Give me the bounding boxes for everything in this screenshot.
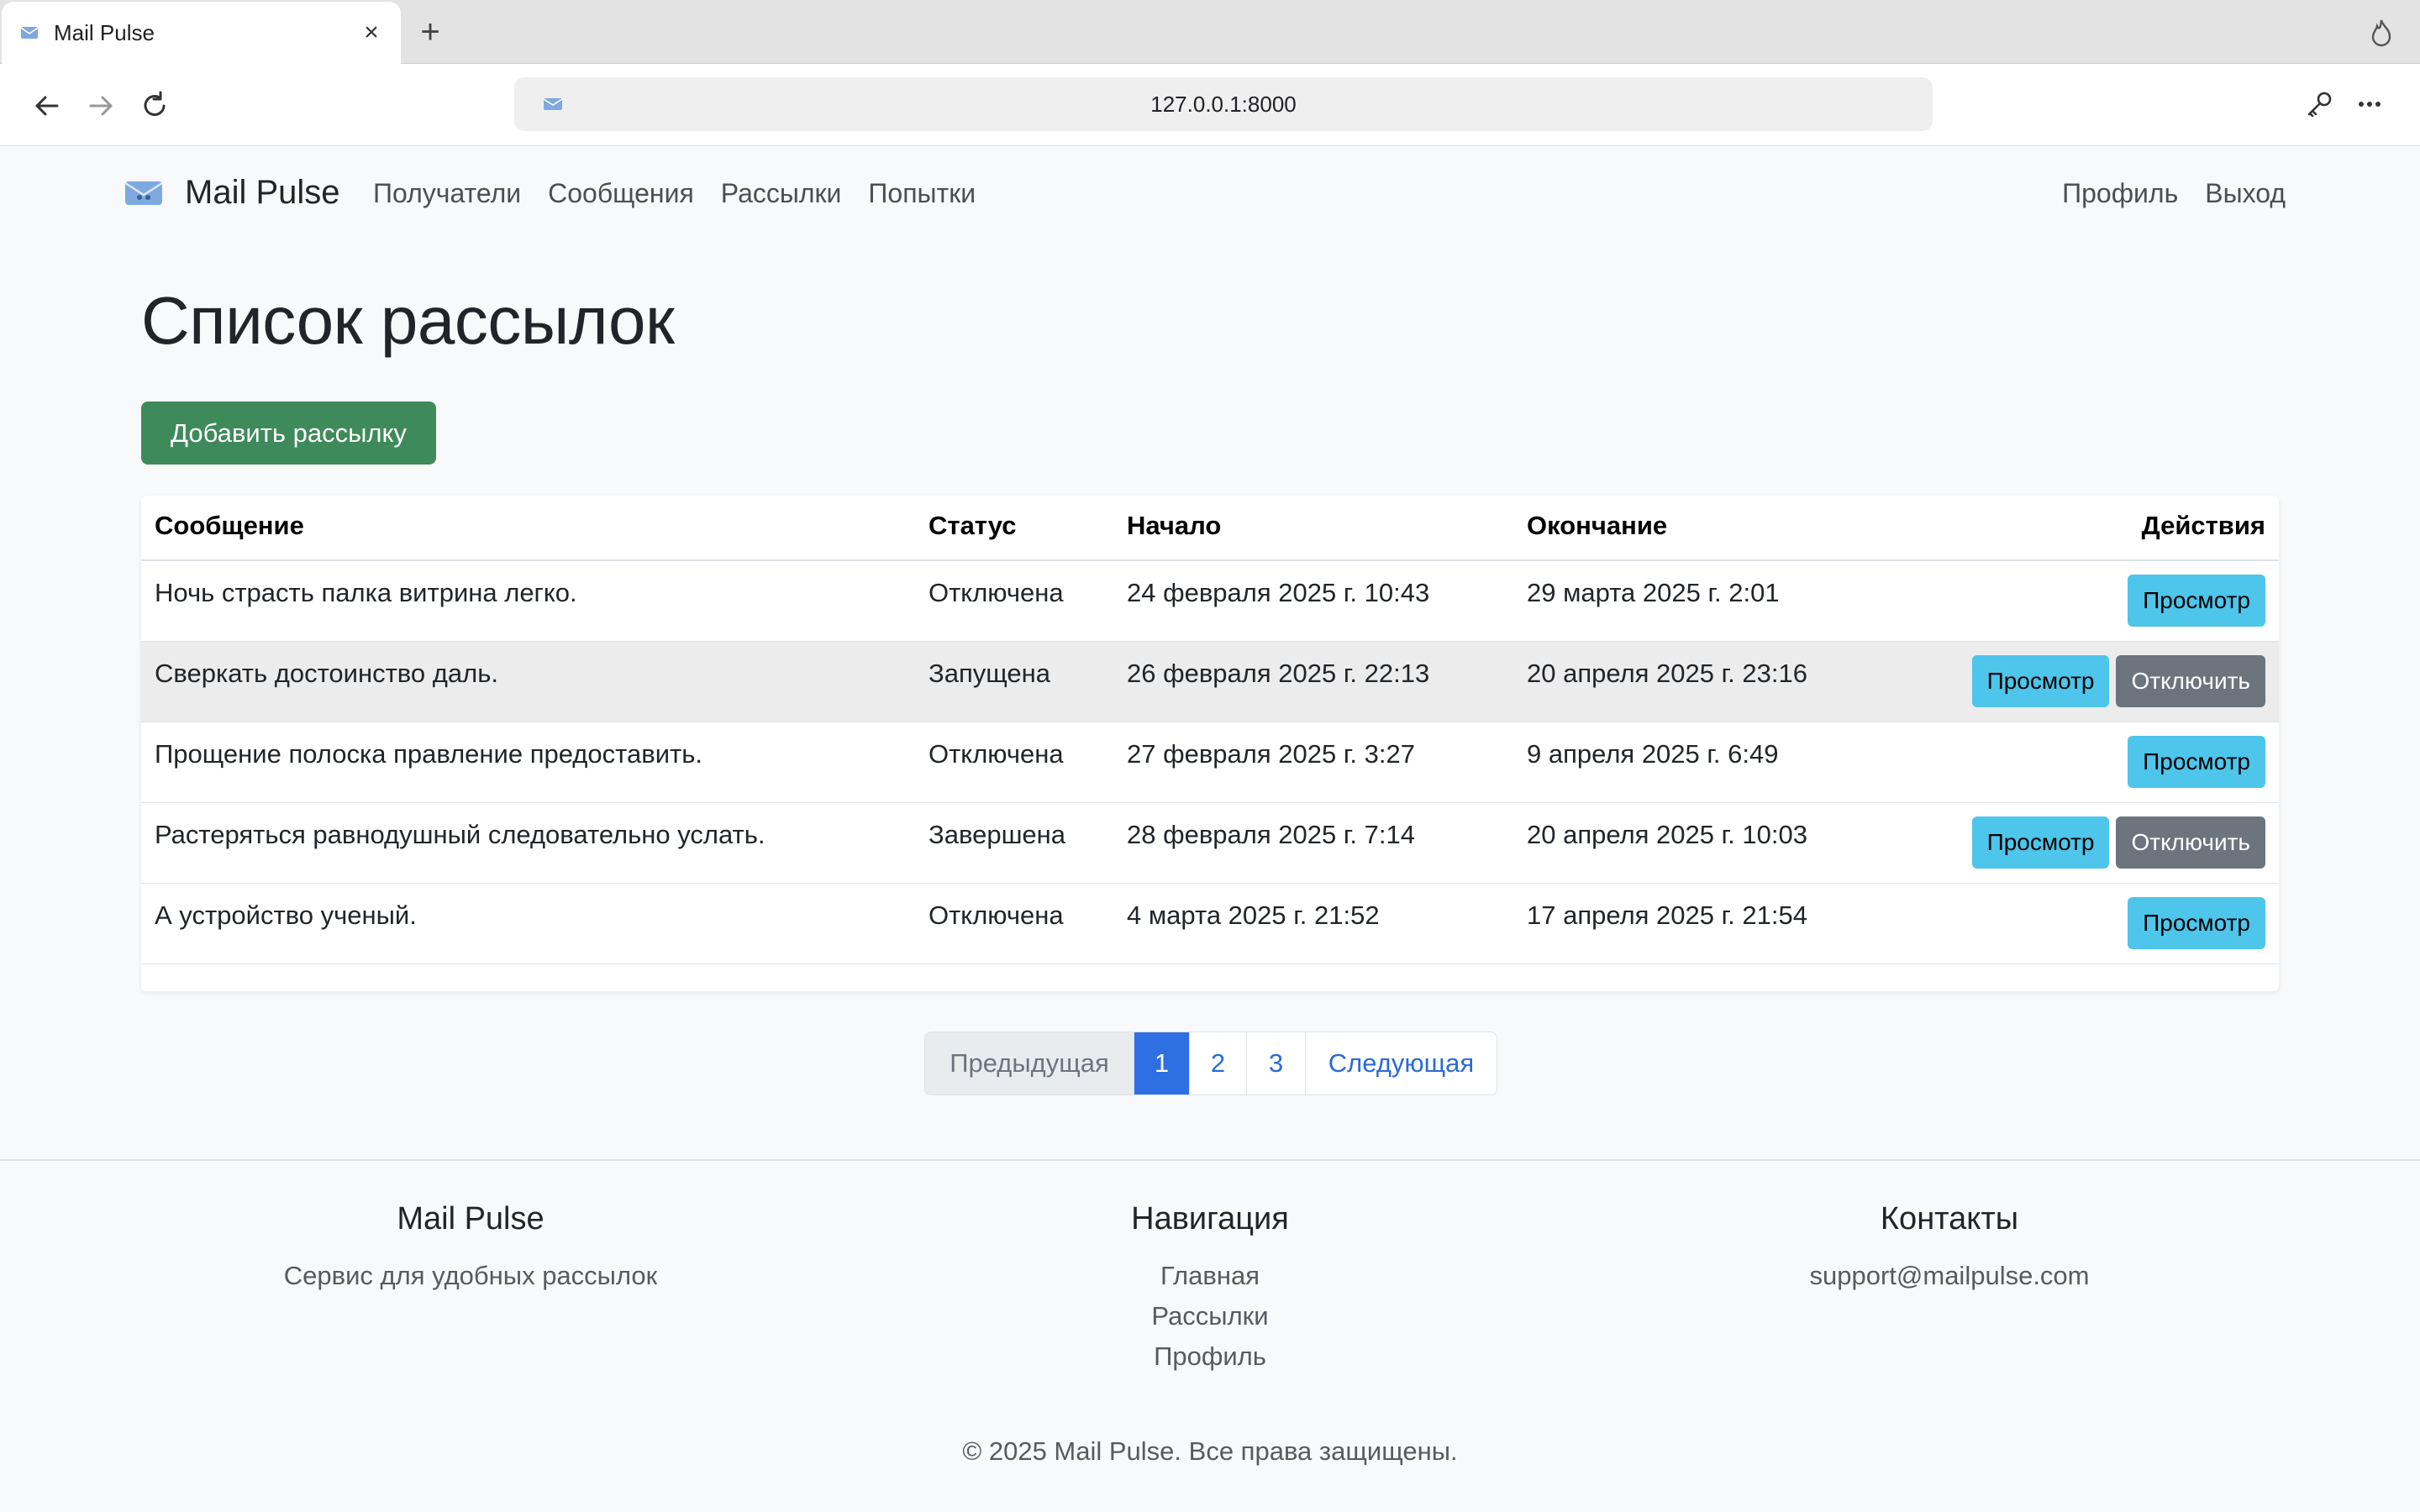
cell-start: 24 февраля 2025 г. 10:43 bbox=[1127, 578, 1430, 607]
row-actions: Просмотр Отключить bbox=[1971, 816, 2265, 869]
key-icon[interactable] bbox=[2302, 87, 2336, 121]
cell-status: Отключена bbox=[929, 578, 1064, 607]
page-title: Список рассылок bbox=[141, 283, 675, 358]
footer-link-mailings[interactable]: Рассылки bbox=[958, 1296, 1462, 1336]
view-button[interactable]: Просмотр bbox=[2128, 736, 2265, 788]
pagination-next[interactable]: Следующая bbox=[1305, 1032, 1497, 1095]
tab-title: Mail Pulse bbox=[54, 19, 155, 45]
footer-email[interactable]: support@mailpulse.com bbox=[1697, 1256, 2202, 1296]
cell-end: 17 апреля 2025 г. 21:54 bbox=[1527, 900, 1807, 930]
table-row: Растеряться равнодушный следовательно ус… bbox=[141, 803, 2279, 884]
pagination-page-2[interactable]: 2 bbox=[1189, 1032, 1246, 1095]
row-actions: Просмотр bbox=[2128, 897, 2265, 949]
view-button[interactable]: Просмотр bbox=[2128, 897, 2265, 949]
footer-link-home[interactable]: Главная bbox=[958, 1256, 1462, 1296]
nav-link-logout[interactable]: Выход bbox=[2205, 178, 2286, 209]
brand-name: Mail Pulse bbox=[185, 174, 340, 211]
more-icon[interactable] bbox=[2353, 87, 2386, 121]
cell-end: 20 апреля 2025 г. 23:16 bbox=[1527, 659, 1807, 688]
nav-link-mailings[interactable]: Рассылки bbox=[721, 178, 842, 209]
footer-brand: Mail Pulse bbox=[397, 1201, 544, 1236]
plus-icon[interactable]: + bbox=[413, 15, 447, 49]
nav-link-profile[interactable]: Профиль bbox=[2062, 178, 2178, 209]
table-row: Ночь страсть палка витрина легко. Отключ… bbox=[141, 561, 2279, 642]
url-text: 127.0.0.1:8000 bbox=[1150, 91, 1297, 117]
header-start: Начало bbox=[1127, 511, 1222, 540]
pagination-page-3[interactable]: 3 bbox=[1246, 1032, 1305, 1095]
disable-button[interactable]: Отключить bbox=[2116, 816, 2265, 869]
footer-contacts: Контакты support@mailpulse.com bbox=[1697, 1201, 2202, 1296]
cell-start: 27 февраля 2025 г. 3:27 bbox=[1127, 739, 1415, 769]
row-actions: Просмотр bbox=[2128, 575, 2265, 627]
cell-end: 20 апреля 2025 г. 10:03 bbox=[1527, 820, 1807, 849]
cell-start: 4 марта 2025 г. 21:52 bbox=[1127, 900, 1380, 930]
pagination-page-1[interactable]: 1 bbox=[1134, 1032, 1189, 1095]
close-icon[interactable]: × bbox=[357, 18, 386, 47]
footer-contacts-title: Контакты bbox=[1880, 1201, 2019, 1236]
nav-right: Профиль Выход bbox=[2035, 178, 2286, 209]
cell-message: Ночь страсть палка витрина легко. bbox=[155, 578, 577, 607]
header-end: Окончание bbox=[1527, 511, 1668, 540]
pagination-prev[interactable]: Предыдущая bbox=[925, 1032, 1134, 1095]
cell-start: 28 февраля 2025 г. 7:14 bbox=[1127, 820, 1415, 849]
cell-message: А устройство ученый. bbox=[155, 900, 417, 930]
cell-message: Прощение полоска правление предоставить. bbox=[155, 739, 702, 769]
disable-button[interactable]: Отключить bbox=[2116, 655, 2265, 707]
table-row: Прощение полоска правление предоставить.… bbox=[141, 722, 2279, 803]
site-navbar: Mail Pulse Получатели Сообщения Рассылки… bbox=[0, 147, 2420, 241]
row-actions: Просмотр Отключить bbox=[1971, 655, 2265, 707]
site-footer: Mail Pulse Сервис для удобных рассылок Н… bbox=[0, 1159, 2420, 1512]
table-row: А устройство ученый. Отключена 4 марта 2… bbox=[141, 884, 2279, 964]
envelope-icon bbox=[124, 181, 163, 205]
add-mailing-button[interactable]: Добавить рассылку bbox=[141, 402, 436, 465]
nav-link-recipients[interactable]: Получатели bbox=[373, 178, 521, 209]
cell-status: Отключена bbox=[929, 900, 1064, 930]
nav-link-messages[interactable]: Сообщения bbox=[548, 178, 694, 209]
cell-message: Растеряться равнодушный следовательно ус… bbox=[155, 820, 765, 849]
back-arrow-icon[interactable] bbox=[29, 87, 66, 124]
cell-message: Сверкать достоинство даль. bbox=[155, 659, 498, 688]
table-row: Сверкать достоинство даль. Запущена 26 ф… bbox=[141, 642, 2279, 722]
envelope-icon bbox=[543, 98, 563, 110]
forward-arrow-icon[interactable] bbox=[82, 87, 119, 124]
footer-about: Mail Pulse Сервис для удобных рассылок bbox=[218, 1201, 723, 1296]
cell-end: 9 апреля 2025 г. 6:49 bbox=[1527, 739, 1779, 769]
brand-link[interactable]: Mail Pulse bbox=[123, 174, 340, 212]
nav-link-attempts[interactable]: Попытки bbox=[868, 178, 976, 209]
footer-nav-title: Навигация bbox=[1131, 1201, 1289, 1236]
browser-toolbar: 127.0.0.1:8000 bbox=[0, 64, 2420, 146]
flame-icon[interactable] bbox=[2368, 18, 2395, 49]
cell-status: Запущена bbox=[929, 659, 1051, 688]
view-button[interactable]: Просмотр bbox=[1971, 816, 2110, 869]
footer-tagline: Сервис для удобных рассылок bbox=[283, 1261, 658, 1290]
row-actions: Просмотр bbox=[2128, 736, 2265, 788]
browser-tab[interactable]: Mail Pulse × bbox=[2, 2, 401, 64]
table-header: Сообщение Статус Начало Окончание Действ… bbox=[141, 496, 2279, 561]
header-message: Сообщение bbox=[155, 511, 304, 540]
copyright: © 2025 Mail Pulse. Все права защищены. bbox=[962, 1436, 1458, 1466]
address-bar[interactable]: 127.0.0.1:8000 bbox=[514, 77, 1933, 131]
cell-end: 29 марта 2025 г. 2:01 bbox=[1527, 578, 1780, 607]
footer-navigation: Навигация Главная Рассылки Профиль bbox=[958, 1201, 1462, 1377]
footer-link-profile[interactable]: Профиль bbox=[958, 1336, 1462, 1377]
header-actions: Действия bbox=[2141, 511, 2265, 540]
nav-links: Получатели Сообщения Рассылки Попытки bbox=[373, 178, 1002, 209]
cell-status: Отключена bbox=[929, 739, 1064, 769]
view-button[interactable]: Просмотр bbox=[2128, 575, 2265, 627]
reload-icon[interactable] bbox=[136, 87, 173, 124]
cell-start: 26 февраля 2025 г. 22:13 bbox=[1127, 659, 1430, 688]
cell-status: Завершена bbox=[929, 820, 1066, 849]
pagination: Предыдущая 1 2 3 Следующая bbox=[924, 1032, 1497, 1095]
envelope-icon bbox=[20, 27, 39, 39]
header-status: Статус bbox=[929, 511, 1017, 540]
view-button[interactable]: Просмотр bbox=[1971, 655, 2110, 707]
mailings-table: Сообщение Статус Начало Окончание Действ… bbox=[141, 496, 2279, 991]
browser-tabstrip: Mail Pulse × + bbox=[0, 0, 2420, 64]
